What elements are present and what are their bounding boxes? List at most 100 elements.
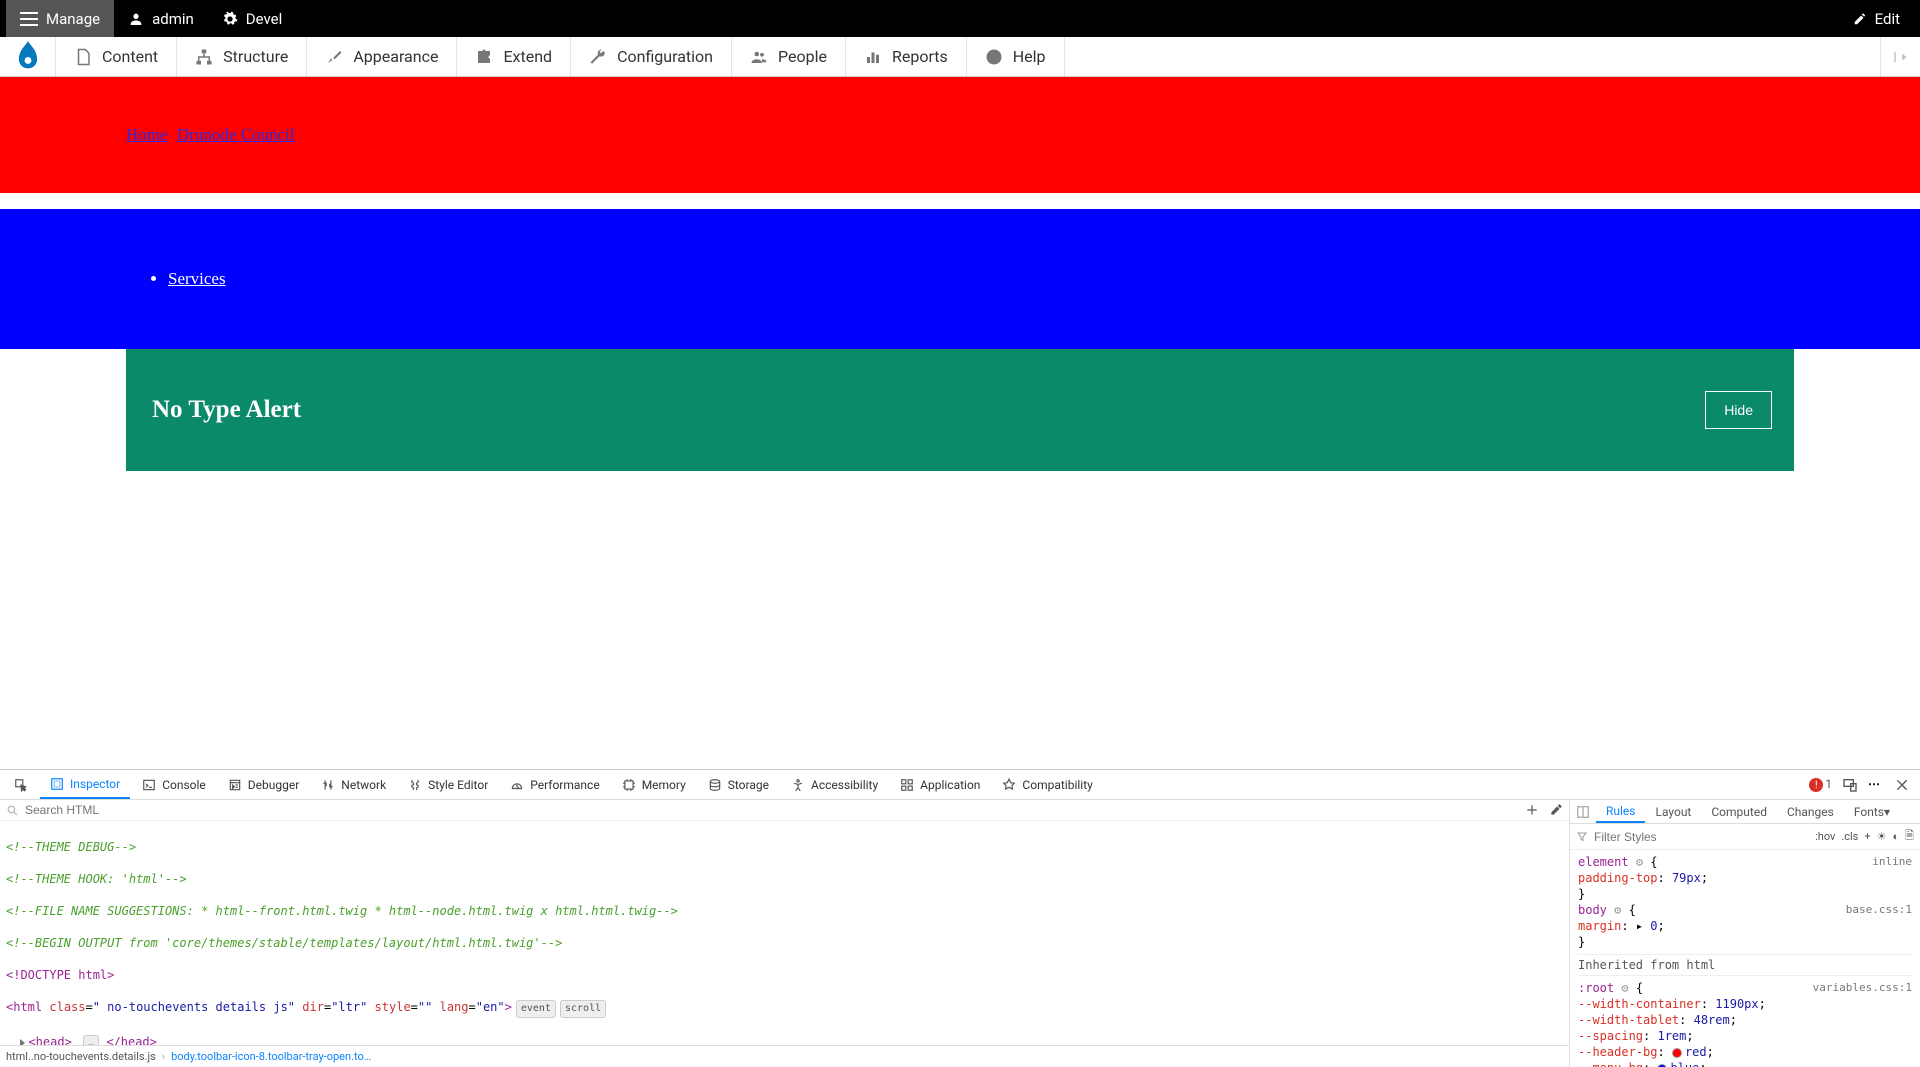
nav-link-services[interactable]: Services bbox=[168, 269, 226, 288]
paintbrush-icon bbox=[325, 48, 343, 66]
puzzle-icon bbox=[475, 48, 493, 66]
user-menu[interactable]: admin bbox=[114, 0, 208, 37]
styles-filter-bar: :hov .cls + ☀ ◐ 🗎 bbox=[1570, 824, 1920, 850]
alert-hide-button[interactable]: Hide bbox=[1705, 391, 1772, 429]
tab-storage[interactable]: Storage bbox=[698, 770, 779, 799]
dark-scheme-icon[interactable]: ◐ bbox=[1892, 830, 1899, 843]
devel-menu[interactable]: Devel bbox=[208, 0, 296, 37]
gear-icon bbox=[222, 11, 238, 27]
admin-help[interactable]: Help bbox=[967, 37, 1065, 76]
devel-label: Devel bbox=[246, 10, 282, 28]
rtab-rules[interactable]: Rules bbox=[1596, 800, 1645, 823]
hov-toggle[interactable]: :hov bbox=[1815, 830, 1835, 843]
filter-icon bbox=[1576, 831, 1588, 843]
page-preview: Home Drunode Council Services No Type Al… bbox=[0, 77, 1920, 769]
admin-configuration[interactable]: Configuration bbox=[571, 37, 732, 76]
styles-panel: Rules Layout Computed Changes Fonts ▾ :h… bbox=[1570, 800, 1920, 1067]
tab-network[interactable]: Network bbox=[311, 770, 396, 799]
site-title-link[interactable]: Drunode Council bbox=[177, 125, 295, 144]
admin-appearance[interactable]: Appearance bbox=[307, 37, 457, 76]
admin-extend[interactable]: Extend bbox=[457, 37, 571, 76]
add-node-icon[interactable] bbox=[1525, 803, 1539, 817]
tab-console[interactable]: Console bbox=[132, 770, 216, 799]
devtools-right-controls: !1 ⋯ bbox=[1809, 777, 1916, 793]
error-indicator[interactable]: !1 bbox=[1809, 777, 1832, 793]
markup-panel: <!--THEME DEBUG--> <!--THEME HOOK: 'html… bbox=[0, 800, 1570, 1067]
responsive-mode-icon[interactable] bbox=[1842, 777, 1858, 793]
search-icon bbox=[6, 804, 19, 817]
alert-region: No Type Alert Hide bbox=[0, 349, 1920, 471]
admin-label: People bbox=[778, 47, 827, 66]
edit-label: Edit bbox=[1875, 10, 1900, 28]
css-rules-list[interactable]: element ⚙ {inline padding-top: 79px; } b… bbox=[1570, 850, 1920, 1067]
tab-accessibility[interactable]: Accessibility bbox=[781, 770, 888, 799]
toolbar-left-group: Manage admin Devel bbox=[6, 0, 296, 37]
tab-performance[interactable]: Performance bbox=[500, 770, 609, 799]
people-icon bbox=[750, 48, 768, 66]
manage-label: Manage bbox=[46, 10, 100, 28]
tab-inspector[interactable]: Inspector bbox=[40, 770, 130, 799]
alert-banner: No Type Alert Hide bbox=[126, 349, 1794, 471]
rtab-layout[interactable]: Layout bbox=[1645, 800, 1701, 823]
dom-tree[interactable]: <!--THEME DEBUG--> <!--THEME HOOK: 'html… bbox=[0, 821, 1569, 1045]
wrench-icon bbox=[589, 48, 607, 66]
manage-toggle[interactable]: Manage bbox=[6, 0, 114, 37]
tab-compatibility[interactable]: Compatibility bbox=[992, 770, 1102, 799]
nav-list: Services bbox=[168, 269, 1920, 289]
html-search-input[interactable] bbox=[25, 803, 1519, 817]
browser-devtools: Inspector Console Debugger Network Style… bbox=[0, 769, 1920, 1067]
bar-chart-icon bbox=[864, 48, 882, 66]
styles-tab-bar: Rules Layout Computed Changes Fonts ▾ bbox=[1570, 800, 1920, 824]
alert-title: No Type Alert bbox=[152, 396, 301, 424]
html-search-bar bbox=[0, 800, 1569, 821]
layout-toggle-icon[interactable] bbox=[1576, 805, 1590, 819]
tab-debugger[interactable]: Debugger bbox=[218, 770, 310, 799]
admin-label: Configuration bbox=[617, 47, 713, 66]
question-icon bbox=[985, 48, 1003, 66]
toolbar-right-group: Edit bbox=[1839, 0, 1914, 37]
dom-breadcrumb[interactable]: html..no-touchevents.details.js › body.t… bbox=[0, 1045, 1569, 1067]
nav-item: Services bbox=[168, 269, 1920, 289]
tab-memory[interactable]: Memory bbox=[612, 770, 696, 799]
admin-menu-tray: Content Structure Appearance Extend Conf… bbox=[0, 37, 1920, 77]
user-label: admin bbox=[152, 10, 194, 28]
breadcrumb-html[interactable]: html..no-touchevents.details.js bbox=[6, 1050, 156, 1063]
admin-label: Appearance bbox=[353, 47, 438, 66]
hamburger-icon bbox=[20, 12, 38, 26]
tab-style-editor[interactable]: Style Editor bbox=[398, 770, 498, 799]
print-media-icon[interactable]: 🗎 bbox=[1905, 827, 1914, 846]
admin-people[interactable]: People bbox=[732, 37, 846, 76]
drupal-icon bbox=[14, 41, 42, 73]
rtab-changes[interactable]: Changes bbox=[1777, 800, 1844, 823]
admin-structure[interactable]: Structure bbox=[177, 37, 307, 76]
element-picker-button[interactable] bbox=[4, 770, 38, 799]
toolbar-orientation-toggle[interactable] bbox=[1880, 37, 1920, 76]
cls-toggle[interactable]: .cls bbox=[1841, 830, 1858, 843]
light-scheme-icon[interactable]: ☀ bbox=[1877, 830, 1887, 843]
hierarchy-icon bbox=[195, 48, 213, 66]
site-header-region: Home Drunode Council bbox=[0, 77, 1920, 193]
main-nav-region: Services bbox=[0, 209, 1920, 349]
file-icon bbox=[74, 48, 92, 66]
admin-label: Structure bbox=[223, 47, 288, 66]
pencil-icon bbox=[1853, 12, 1867, 26]
filter-styles-input[interactable] bbox=[1594, 830, 1809, 844]
add-rule-icon[interactable]: + bbox=[1864, 830, 1870, 843]
more-options-icon[interactable]: ⋯ bbox=[1868, 777, 1884, 793]
admin-content[interactable]: Content bbox=[56, 37, 177, 76]
breadcrumb-body[interactable]: body.toolbar-icon-8.toolbar-tray-open.to… bbox=[171, 1050, 371, 1063]
devtools-tab-bar: Inspector Console Debugger Network Style… bbox=[0, 770, 1920, 800]
admin-label: Content bbox=[102, 47, 158, 66]
close-icon[interactable] bbox=[1894, 777, 1910, 793]
rtab-fonts[interactable]: Fonts ▾ bbox=[1844, 800, 1900, 823]
eyedropper-icon[interactable] bbox=[1549, 803, 1563, 817]
tab-application[interactable]: Application bbox=[890, 770, 990, 799]
home-link[interactable]: Home bbox=[126, 125, 168, 144]
drupal-home-link[interactable] bbox=[0, 37, 56, 76]
admin-label: Extend bbox=[503, 47, 552, 66]
admin-reports[interactable]: Reports bbox=[846, 37, 967, 76]
drupal-top-toolbar: Manage admin Devel Edit bbox=[0, 0, 1920, 37]
edit-toggle[interactable]: Edit bbox=[1839, 0, 1914, 37]
admin-label: Help bbox=[1013, 47, 1046, 66]
rtab-computed[interactable]: Computed bbox=[1701, 800, 1777, 823]
